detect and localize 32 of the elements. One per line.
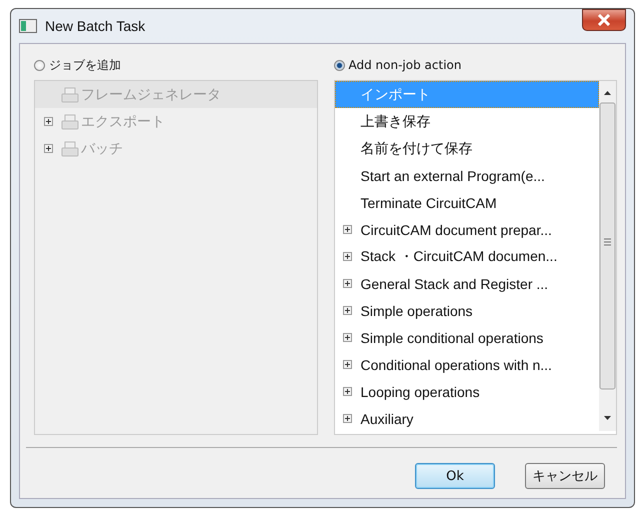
list-item[interactable]: CircuitCAM document prepar... (334, 216, 599, 243)
list-item[interactable]: Looping operations (334, 378, 599, 405)
window-icon (19, 19, 37, 33)
printer-icon (61, 114, 79, 130)
expand-icon[interactable] (343, 387, 352, 396)
scrollbar[interactable] (599, 81, 616, 431)
list-item[interactable]: General Stack and Register ... (334, 270, 599, 297)
ok-button[interactable]: Ok (415, 463, 495, 489)
list-item[interactable]: 上書き保存 (334, 108, 599, 135)
expand-icon[interactable] (343, 252, 352, 261)
list-item[interactable]: Stack ・CircuitCAM documen... (334, 243, 599, 270)
expand-icon[interactable] (343, 333, 352, 342)
list-item[interactable]: Conditional operations with n... (334, 351, 599, 378)
list-item[interactable]: Simple conditional operations (334, 324, 599, 351)
window-title: New Batch Task (45, 18, 146, 34)
list-item[interactable]: Terminate CircuitCAM (334, 189, 599, 216)
cancel-button[interactable]: キャンセル (525, 463, 605, 489)
list-item[interactable]: Simple operations (334, 297, 599, 324)
expand-icon[interactable] (343, 225, 352, 234)
radio-button[interactable] (334, 60, 344, 70)
printer-icon (61, 140, 79, 156)
expand-icon[interactable] (343, 414, 352, 423)
close-button[interactable] (582, 9, 626, 31)
radio-option[interactable]: Add non-job action (334, 56, 617, 74)
list-item[interactable]: Start an external Program(e... (334, 162, 599, 189)
expand-icon[interactable] (343, 279, 352, 288)
expand-icon[interactable] (343, 360, 352, 369)
list-item[interactable]: Auxiliary (334, 405, 599, 432)
close-icon (596, 14, 612, 26)
printer-icon (61, 86, 79, 102)
expand-icon[interactable] (343, 306, 352, 315)
list-item[interactable]: 名前を付けて保存 (334, 135, 599, 162)
